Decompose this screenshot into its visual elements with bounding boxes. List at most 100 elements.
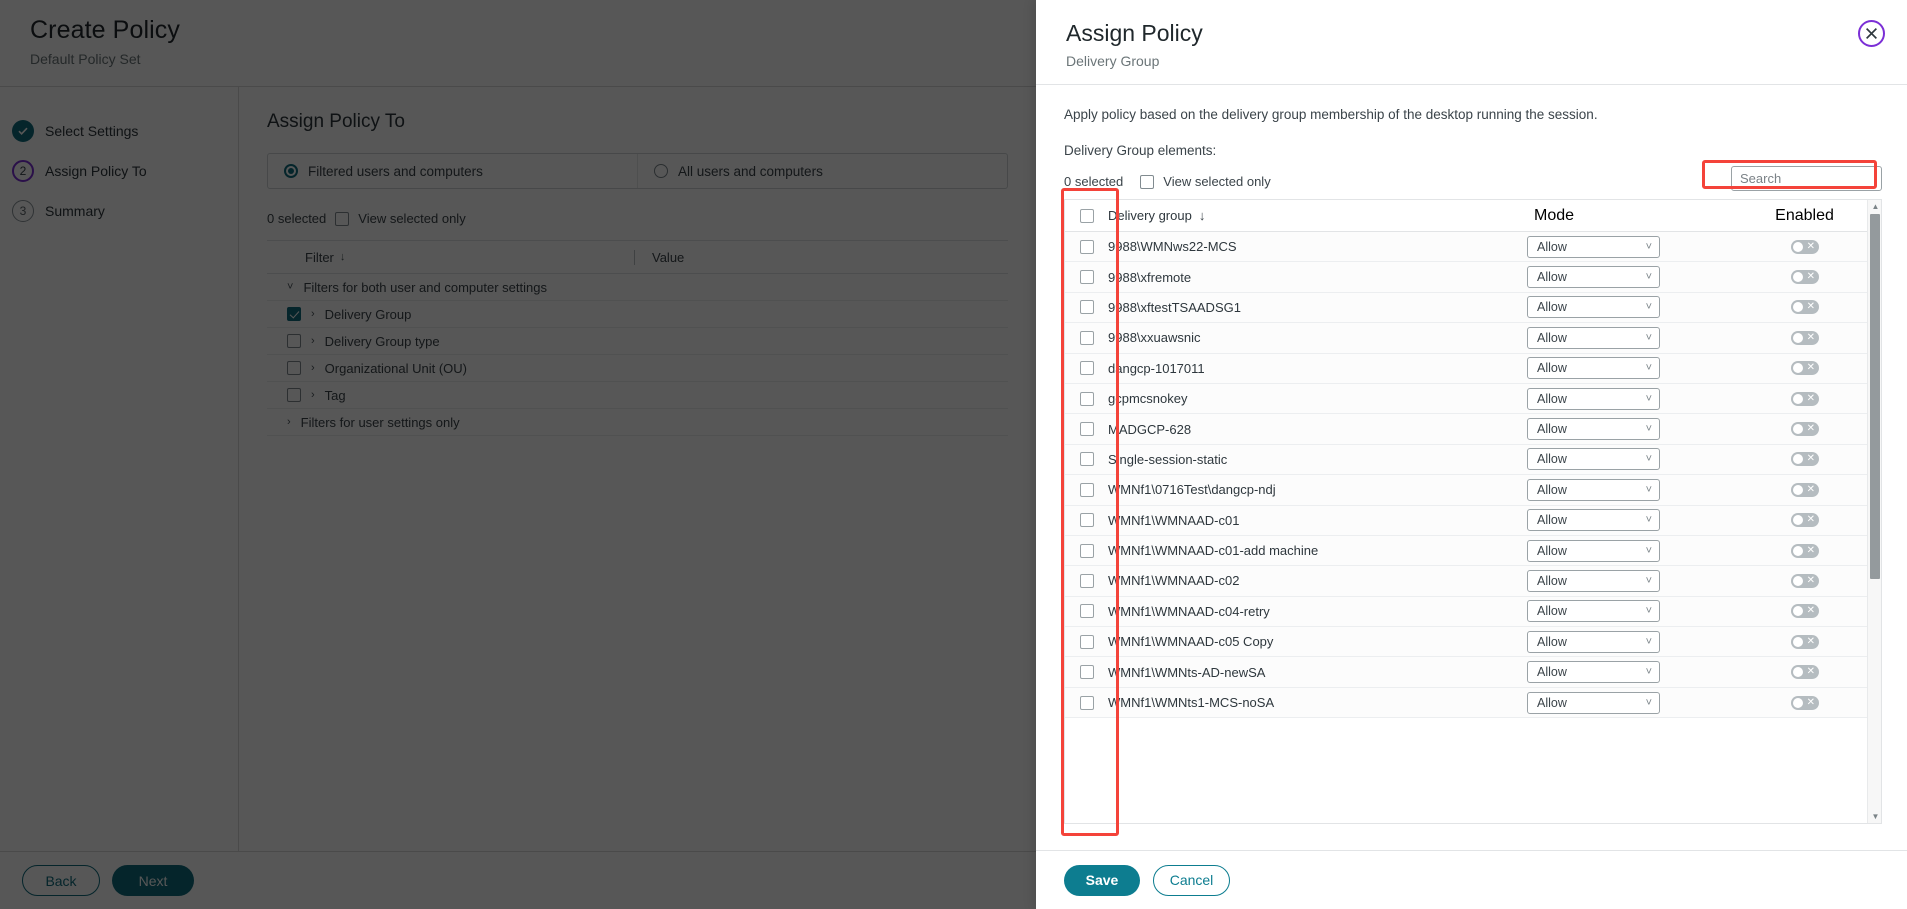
- table-row[interactable]: WMNf1\WMNAAD-c05 Copy Allow ˅ ✕: [1065, 627, 1867, 657]
- enabled-toggle[interactable]: ✕: [1791, 422, 1819, 436]
- table-row[interactable]: WMNf1\WMNAAD-c02 Allow ˅ ✕: [1065, 566, 1867, 596]
- delivery-group-table: Delivery group ↓ Mode Enabled 9988\WMNws…: [1064, 199, 1882, 824]
- table-row[interactable]: MADGCP-628 Allow ˅ ✕: [1065, 414, 1867, 444]
- table-row[interactable]: WMNf1\WMNts1-MCS-noSA Allow ˅ ✕: [1065, 688, 1867, 718]
- mode-select[interactable]: Allow ˅: [1527, 296, 1660, 318]
- scroll-down-icon[interactable]: ▼: [1868, 810, 1883, 823]
- mode-select[interactable]: Allow ˅: [1527, 448, 1660, 470]
- enabled-toggle[interactable]: ✕: [1791, 604, 1819, 618]
- row-checkbox[interactable]: [1080, 331, 1094, 345]
- row-checkbox[interactable]: [1080, 270, 1094, 284]
- chevron-down-icon: ˅: [1646, 271, 1652, 283]
- row-checkbox[interactable]: [1080, 574, 1094, 588]
- mode-select[interactable]: Allow ˅: [1527, 388, 1660, 410]
- row-name: dangcp-1017011: [1108, 361, 1527, 376]
- row-checkbox-cell: [1065, 240, 1108, 254]
- mode-select-value: Allow: [1537, 361, 1567, 375]
- row-enabled-cell: ✕: [1742, 483, 1867, 497]
- row-checkbox[interactable]: [1080, 665, 1094, 679]
- mode-select[interactable]: Allow ˅: [1527, 266, 1660, 288]
- search-input[interactable]: [1731, 166, 1882, 191]
- mode-select[interactable]: Allow ˅: [1527, 692, 1660, 714]
- enabled-toggle[interactable]: ✕: [1791, 696, 1819, 710]
- row-checkbox[interactable]: [1080, 513, 1094, 527]
- mode-select[interactable]: Allow ˅: [1527, 540, 1660, 562]
- mode-select[interactable]: Allow ˅: [1527, 418, 1660, 440]
- scroll-up-icon[interactable]: ▲: [1868, 200, 1883, 213]
- row-name: Single-session-static: [1108, 452, 1527, 467]
- row-checkbox[interactable]: [1080, 483, 1094, 497]
- enabled-toggle[interactable]: ✕: [1791, 331, 1819, 345]
- row-checkbox[interactable]: [1080, 544, 1094, 558]
- scrollbar-thumb[interactable]: [1870, 214, 1880, 579]
- enabled-toggle[interactable]: ✕: [1791, 665, 1819, 679]
- enabled-toggle[interactable]: ✕: [1791, 574, 1819, 588]
- enabled-toggle[interactable]: ✕: [1791, 483, 1819, 497]
- enabled-toggle[interactable]: ✕: [1791, 361, 1819, 375]
- row-checkbox-cell: [1065, 361, 1108, 375]
- row-checkbox[interactable]: [1080, 240, 1094, 254]
- chevron-down-icon: ˅: [1646, 301, 1652, 313]
- table-scrollbar[interactable]: ▲ ▼: [1867, 200, 1882, 823]
- row-checkbox[interactable]: [1080, 300, 1094, 314]
- row-name: WMNf1\WMNts-AD-newSA: [1108, 665, 1527, 680]
- table-row[interactable]: Single-session-static Allow ˅ ✕: [1065, 445, 1867, 475]
- enabled-toggle[interactable]: ✕: [1791, 392, 1819, 406]
- enabled-toggle[interactable]: ✕: [1791, 452, 1819, 466]
- row-checkbox[interactable]: [1080, 635, 1094, 649]
- view-selected-only-checkbox[interactable]: [1140, 175, 1154, 189]
- table-row[interactable]: 9988\xftestTSAADSG1 Allow ˅ ✕: [1065, 293, 1867, 323]
- mode-select[interactable]: Allow ˅: [1527, 357, 1660, 379]
- mode-select[interactable]: Allow ˅: [1527, 327, 1660, 349]
- row-enabled-cell: ✕: [1742, 361, 1867, 375]
- mode-select[interactable]: Allow ˅: [1527, 509, 1660, 531]
- enabled-toggle[interactable]: ✕: [1791, 544, 1819, 558]
- toggle-knob: [1793, 606, 1803, 616]
- table-row[interactable]: 9988\WMNws22-MCS Allow ˅ ✕: [1065, 232, 1867, 262]
- mode-select[interactable]: Allow ˅: [1527, 479, 1660, 501]
- view-selected-only-label: View selected only: [1163, 174, 1270, 189]
- select-all-cell: [1065, 209, 1108, 223]
- row-checkbox[interactable]: [1080, 361, 1094, 375]
- mode-select[interactable]: Allow ˅: [1527, 661, 1660, 683]
- row-checkbox[interactable]: [1080, 392, 1094, 406]
- mode-select[interactable]: Allow ˅: [1527, 600, 1660, 622]
- row-checkbox[interactable]: [1080, 696, 1094, 710]
- select-all-checkbox[interactable]: [1080, 209, 1094, 223]
- row-checkbox[interactable]: [1080, 604, 1094, 618]
- cancel-button[interactable]: Cancel: [1153, 865, 1230, 896]
- table-row[interactable]: WMNf1\WMNAAD-c01-add machine Allow ˅ ✕: [1065, 536, 1867, 566]
- col-header-delivery-group[interactable]: Delivery group ↓: [1108, 208, 1527, 223]
- row-enabled-cell: ✕: [1742, 331, 1867, 345]
- table-row[interactable]: WMNf1\0716Test\dangcp-ndj Allow ˅ ✕: [1065, 475, 1867, 505]
- table-row[interactable]: dangcp-1017011 Allow ˅ ✕: [1065, 354, 1867, 384]
- table-row[interactable]: 9988\xfremote Allow ˅ ✕: [1065, 262, 1867, 292]
- table-row[interactable]: WMNf1\WMNAAD-c04-retry Allow ˅ ✕: [1065, 597, 1867, 627]
- enabled-toggle[interactable]: ✕: [1791, 270, 1819, 284]
- row-checkbox-cell: [1065, 513, 1108, 527]
- enabled-toggle[interactable]: ✕: [1791, 513, 1819, 527]
- mode-select-value: Allow: [1537, 240, 1567, 254]
- mode-select[interactable]: Allow ˅: [1527, 570, 1660, 592]
- close-icon[interactable]: [1858, 20, 1885, 47]
- chevron-down-icon: ˅: [1646, 453, 1652, 465]
- app-root: Create Policy Default Policy Set Select …: [0, 0, 1907, 909]
- mode-select[interactable]: Allow ˅: [1527, 631, 1660, 653]
- enabled-toggle[interactable]: ✕: [1791, 635, 1819, 649]
- table-row[interactable]: WMNf1\WMNts-AD-newSA Allow ˅ ✕: [1065, 657, 1867, 687]
- table-row[interactable]: gcpmcsnokey Allow ˅ ✕: [1065, 384, 1867, 414]
- table-row[interactable]: WMNf1\WMNAAD-c01 Allow ˅ ✕: [1065, 506, 1867, 536]
- row-checkbox[interactable]: [1080, 422, 1094, 436]
- save-button[interactable]: Save: [1064, 865, 1140, 896]
- view-selected-only[interactable]: View selected only: [1140, 174, 1270, 189]
- mode-select-value: Allow: [1537, 513, 1567, 527]
- mode-select[interactable]: Allow ˅: [1527, 236, 1660, 258]
- arrow-down-icon: ↓: [1199, 208, 1206, 223]
- enabled-toggle[interactable]: ✕: [1791, 240, 1819, 254]
- chevron-down-icon: ˅: [1646, 545, 1652, 557]
- row-checkbox-cell: [1065, 635, 1108, 649]
- row-enabled-cell: ✕: [1742, 574, 1867, 588]
- row-checkbox[interactable]: [1080, 452, 1094, 466]
- enabled-toggle[interactable]: ✕: [1791, 300, 1819, 314]
- table-row[interactable]: 9988\xxuawsnic Allow ˅ ✕: [1065, 323, 1867, 353]
